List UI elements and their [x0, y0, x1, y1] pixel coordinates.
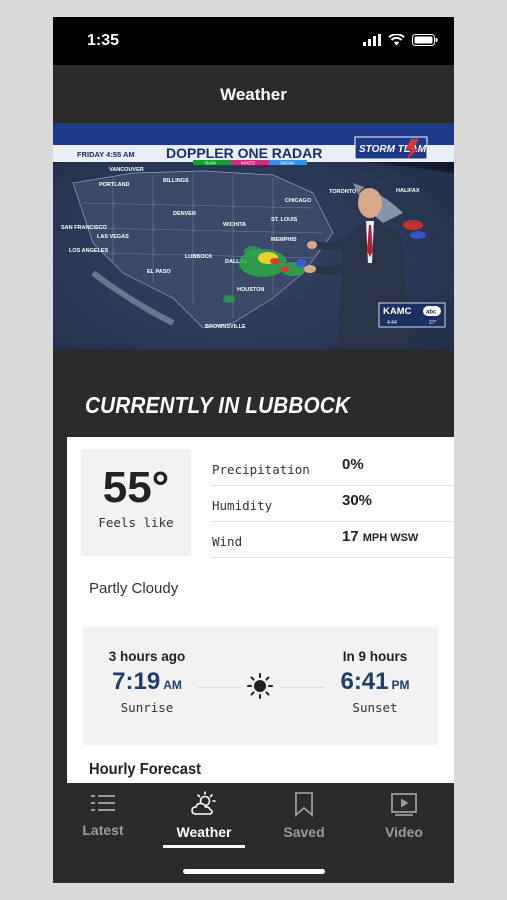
page-title: Weather — [220, 85, 287, 104]
city-label: VANCOUVER — [109, 167, 144, 173]
tab-weather[interactable]: Weather — [164, 791, 244, 840]
video-banner: DOPPLER ONE RADAR — [166, 145, 322, 161]
stat-wind: Wind 17 MPH WSW — [212, 523, 454, 558]
current-temperature: 55° — [102, 463, 170, 512]
section-title: CURRENTLY IN LUBBOCK — [85, 392, 351, 418]
stat-value: 0% — [342, 456, 364, 473]
city-label: SAN FRANCISCO — [61, 225, 108, 231]
sunrise-relative: 3 hours ago — [108, 649, 186, 664]
network-logo: abc — [426, 310, 437, 316]
stat-precipitation: Precipitation 0% — [212, 451, 454, 486]
city-label: BROWNSVILLE — [205, 324, 246, 330]
radar-video-frame: FRIDAY 4:55 AM DOPPLER ONE RADAR RAIN MI… — [53, 123, 454, 349]
stat-value: 30% — [342, 492, 373, 509]
active-tab-indicator — [163, 845, 245, 848]
stat-humidity: Humidity 30% — [212, 487, 454, 522]
tab-label: Video — [385, 824, 423, 840]
sunrise-column: 3 hours ago 7:19 AM Sunrise — [87, 649, 207, 715]
battery-icon — [412, 34, 438, 46]
signal-icon — [363, 34, 381, 46]
city-label: WICHITA — [223, 222, 246, 228]
stat-label: Precipitation — [212, 462, 310, 477]
station-logo: KAMC — [383, 306, 412, 317]
legend-mixed: MIXED — [241, 161, 256, 166]
video-corner-temp: 27° — [429, 320, 437, 326]
city-label: HALIFAX — [396, 188, 420, 194]
current-conditions-card: 55° Feels like Precipitation 0% Humidity… — [67, 437, 454, 783]
hourly-forecast-heading: Hourly Forecast — [89, 761, 202, 778]
partly-cloudy-icon — [191, 791, 216, 815]
phone-screen: 1:35 Weather FRIDAY 4:55 AM DOPPLER ONE … — [53, 17, 454, 883]
bookmark-icon — [295, 792, 313, 817]
city-label: LUBBOCK — [185, 254, 213, 260]
stat-label: Wind — [212, 534, 243, 549]
stat-label: Humidity — [212, 498, 273, 513]
sunset-relative: In 9 hours — [342, 649, 408, 664]
sunset-time: 6:41 PM — [340, 668, 410, 695]
feels-like-label: Feels like — [98, 515, 174, 530]
tab-latest[interactable]: Latest — [63, 791, 143, 838]
wifi-icon — [388, 34, 405, 46]
radar-video[interactable]: FRIDAY 4:55 AM DOPPLER ONE RADAR RAIN MI… — [53, 123, 454, 349]
status-time: 1:35 — [87, 32, 120, 49]
video-clock: 4:44 — [387, 320, 397, 326]
tab-label: Latest — [82, 822, 124, 838]
temperature-box: 55° Feels like — [81, 449, 191, 556]
sunrise-label: Sunrise — [120, 700, 174, 715]
current-conditions-header: CURRENTLY IN LUBBOCK — [53, 349, 454, 437]
city-label: DENVER — [173, 211, 196, 217]
city-label: PORTLAND — [99, 182, 130, 188]
stat-value: 17 MPH WSW — [342, 528, 419, 545]
city-label: EL PASO — [147, 269, 171, 275]
wind-unit: MPH WSW — [362, 532, 419, 544]
city-label: LOS ANGELES — [69, 248, 109, 254]
video-date: FRIDAY 4:55 AM — [77, 150, 135, 159]
legend-rain: RAIN — [205, 161, 216, 166]
tab-video[interactable]: Video — [364, 791, 444, 840]
divider — [197, 687, 241, 688]
tab-bar: Latest Weather Saved Video — [53, 783, 454, 883]
city-label: HOUSTON — [237, 287, 264, 293]
nav-bar: Weather — [53, 65, 454, 123]
play-icon — [391, 793, 417, 816]
city-label: ST. LOUIS — [271, 217, 298, 223]
list-icon — [91, 795, 115, 811]
sun-icon — [247, 673, 273, 699]
home-indicator[interactable] — [183, 869, 325, 874]
city-label: BILLINGS — [163, 178, 189, 184]
tab-label: Saved — [283, 824, 325, 840]
condition-text: Partly Cloudy — [89, 580, 179, 597]
status-bar: 1:35 — [53, 17, 454, 65]
city-label: MEMPHIS — [271, 237, 297, 243]
tab-saved[interactable]: Saved — [264, 791, 344, 840]
city-label: LAS VEGAS — [97, 234, 129, 240]
sunset-column: In 9 hours 6:41 PM Sunset — [315, 649, 435, 715]
city-label: CHICAGO — [285, 198, 312, 204]
legend-snow: SNOW — [280, 161, 295, 166]
sunset-label: Sunset — [352, 700, 398, 715]
status-icons — [363, 34, 438, 46]
tab-label: Weather — [176, 824, 232, 840]
sunrise-sunset-box: 3 hours ago 7:19 AM Sunrise In 9 hours 6:… — [83, 627, 438, 745]
sunrise-time: 7:19 AM — [112, 668, 182, 695]
city-label: TORONTO — [329, 189, 357, 195]
